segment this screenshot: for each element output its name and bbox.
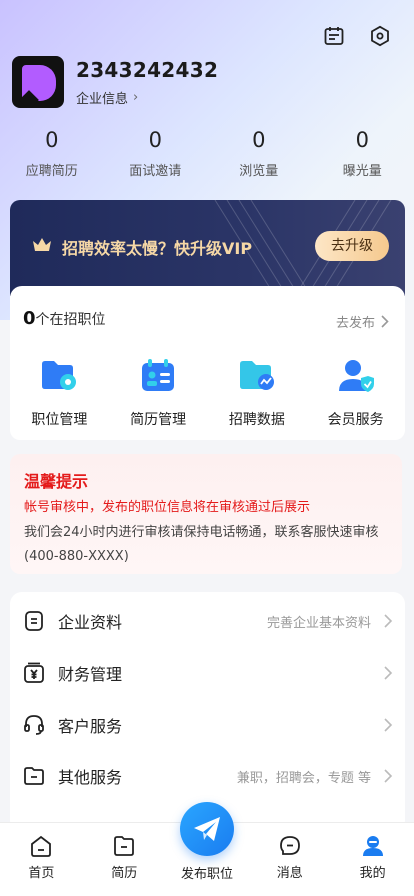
notice-body: 我们会24小时内进行审核请保持电话畅通，联系客服快速审核(400-880-XXX… — [24, 525, 379, 564]
resume-calendar-icon — [142, 359, 175, 391]
entry-job-management[interactable]: 职位管理 — [10, 358, 109, 429]
menu-label: 企业资料 — [58, 613, 123, 632]
company-info-link[interactable]: 企业信息 › — [76, 88, 218, 107]
crown-icon — [33, 238, 51, 251]
vip-banner[interactable]: 招聘效率太慢？快升级VIP 去升级 — [10, 200, 405, 296]
publish-link-label: 去发布 — [335, 316, 375, 331]
stat-label: 应聘简历 — [25, 164, 78, 179]
chevron-right-icon — [384, 614, 393, 628]
stat-value: 0 — [252, 128, 266, 152]
entry-resume-management[interactable]: 简历管理 — [109, 358, 208, 429]
tab-messages[interactable]: 消息 — [248, 823, 331, 896]
folder-chart-icon — [239, 361, 274, 390]
tab-resume[interactable]: 简历 — [83, 823, 166, 896]
resume-icon — [114, 836, 135, 856]
stat-exposure[interactable]: 0 曝光量 — [311, 128, 414, 179]
stat-value: 0 — [45, 128, 59, 152]
stat-label: 面试邀请 — [129, 164, 182, 179]
chevron-right-icon: › — [133, 89, 139, 105]
stat-resumes[interactable]: 0 应聘简历 — [0, 128, 104, 179]
menu-item-finance[interactable]: 财务管理 — [10, 647, 405, 699]
company-profile[interactable]: 2343242432 企业信息 › — [12, 56, 218, 108]
home-icon — [31, 835, 52, 857]
chevron-right-icon — [381, 315, 389, 328]
paper-plane-icon — [194, 817, 220, 841]
jobs-card: 0个在招职位 去发布 职位管理 简历管理 招聘数据 会员服务 — [10, 286, 405, 440]
entry-label: 招聘数据 — [228, 412, 285, 428]
publish-link[interactable]: 去发布 — [336, 312, 389, 331]
menu-label: 客户服务 — [58, 717, 123, 736]
message-icon — [279, 836, 300, 855]
menu-label: 财务管理 — [58, 665, 123, 684]
chevron-right-icon — [384, 666, 393, 680]
vip-banner-text: 招聘效率太慢？快升级VIP — [62, 239, 253, 258]
entry-recruit-data[interactable]: 招聘数据 — [208, 358, 307, 429]
menu-item-customer-service[interactable]: 客户服务 — [10, 699, 405, 751]
active-jobs-count: 0个在招职位 — [23, 308, 106, 329]
document-icon — [25, 611, 43, 631]
entry-label: 简历管理 — [130, 412, 187, 428]
settings-hexagon-icon[interactable] — [368, 24, 392, 48]
stat-views[interactable]: 0 浏览量 — [207, 128, 311, 179]
notice-title: 温馨提示 — [24, 472, 89, 491]
menu-item-company-profile[interactable]: 企业资料 完善企业基本资料 — [10, 595, 405, 647]
jobs-count-suffix: 个在招职位 — [35, 312, 106, 328]
calendar-icon[interactable] — [322, 24, 346, 48]
chevron-right-icon — [384, 718, 393, 732]
tab-label: 简历 — [111, 866, 138, 881]
menu-hint: 完善企业基本资料 — [266, 615, 371, 631]
settings-menu: 企业资料 完善企业基本资料 财务管理 客户服务 其他服务 兼职，招聘会，专题 等 — [10, 592, 405, 832]
tab-label: 消息 — [276, 866, 303, 881]
entry-member-service[interactable]: 会员服务 — [306, 358, 405, 429]
headset-icon — [24, 715, 44, 735]
menu-item-other-services[interactable]: 其他服务 兼职，招聘会，专题 等 — [10, 750, 405, 802]
company-info-label: 企业信息 — [76, 91, 129, 107]
job-entries: 职位管理 简历管理 招聘数据 会员服务 — [10, 358, 405, 429]
tab-label: 首页 — [28, 866, 55, 881]
jobs-count-number: 0 — [23, 308, 36, 329]
company-name: 2343242432 — [76, 57, 219, 82]
stat-label: 曝光量 — [342, 164, 382, 179]
avatar[interactable] — [12, 56, 64, 108]
folder-minus-icon — [24, 767, 44, 785]
stat-value: 0 — [355, 128, 369, 152]
chevron-right-icon — [384, 769, 393, 783]
stats-row: 0 应聘简历 0 面试邀请 0 浏览量 0 曝光量 — [0, 128, 414, 179]
yuan-wallet-icon — [24, 662, 44, 683]
stat-label: 浏览量 — [239, 164, 279, 179]
entry-label: 会员服务 — [327, 412, 384, 428]
header-actions — [322, 24, 392, 48]
tab-label: 我的 — [359, 866, 386, 881]
stat-interviews[interactable]: 0 面试邀请 — [104, 128, 208, 179]
profile-icon — [362, 836, 383, 856]
stat-value: 0 — [148, 128, 162, 152]
publish-job-label: 发布职位 — [180, 867, 233, 882]
menu-label: 其他服务 — [58, 768, 123, 787]
user-shield-icon — [338, 360, 374, 392]
tab-mine[interactable]: 我的 — [331, 823, 414, 896]
tab-home[interactable]: 首页 — [0, 823, 83, 896]
notice-warning: 帐号审核中，发布的职位信息将在审核通过后展示 — [24, 500, 311, 515]
review-notice: 温馨提示 帐号审核中，发布的职位信息将在审核通过后展示 我们会24小时内进行审核… — [10, 454, 402, 574]
entry-label: 职位管理 — [31, 412, 88, 428]
folder-settings-icon — [42, 361, 77, 390]
menu-hint: 兼职，招聘会，专题 等 — [236, 770, 371, 786]
publish-job-button[interactable] — [180, 802, 234, 856]
upgrade-button[interactable]: 去升级 — [315, 231, 389, 261]
